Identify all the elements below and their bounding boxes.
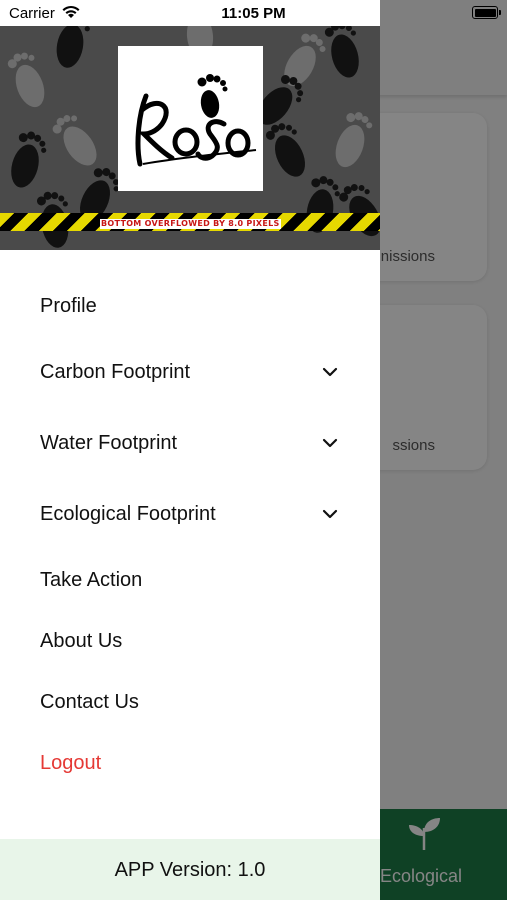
app-version-bar: APP Version: 1.0 <box>0 839 380 900</box>
menu-item-ecological-footprint[interactable]: Ecological Footprint <box>40 502 340 526</box>
menu-item-take-action[interactable]: Take Action <box>40 568 340 592</box>
roso-logo <box>118 46 263 191</box>
menu-item-about-us[interactable]: About Us <box>40 629 340 653</box>
app-version-text: APP Version: 1.0 <box>114 859 266 881</box>
chevron-down-icon <box>322 438 338 448</box>
menu-item-label: Ecological Footprint <box>40 503 216 525</box>
menu-item-label: Carbon Footprint <box>40 361 191 383</box>
status-time: 11:05 PM <box>221 5 286 22</box>
menu-item-logout[interactable]: Logout <box>40 751 340 775</box>
overflow-warning-label: BOTTOM OVERFLOWED BY 8.0 PIXELS <box>100 219 281 229</box>
navigation-drawer: BOTTOM OVERFLOWED BY 8.0 PIXELS Profile … <box>0 0 380 900</box>
menu-item-label: Water Footprint <box>40 432 178 454</box>
menu-item-label: About Us <box>40 630 123 652</box>
menu-item-carbon-footprint[interactable]: Carbon Footprint <box>40 360 340 384</box>
status-bar: Carrier 11:05 PM <box>0 0 507 26</box>
drawer-header: BOTTOM OVERFLOWED BY 8.0 PIXELS <box>0 26 380 250</box>
menu-item-profile[interactable]: Profile <box>40 294 340 318</box>
menu-item-contact-us[interactable]: Contact Us <box>40 690 340 714</box>
menu-item-label: Take Action <box>40 569 143 591</box>
chevron-down-icon <box>322 367 338 377</box>
menu-item-label: Contact Us <box>40 691 139 713</box>
battery-icon <box>472 6 501 19</box>
chevron-down-icon <box>322 509 338 519</box>
menu-item-label: Profile <box>40 295 97 317</box>
menu-item-label: Logout <box>40 752 102 774</box>
menu-item-water-footprint[interactable]: Water Footprint <box>40 431 340 455</box>
